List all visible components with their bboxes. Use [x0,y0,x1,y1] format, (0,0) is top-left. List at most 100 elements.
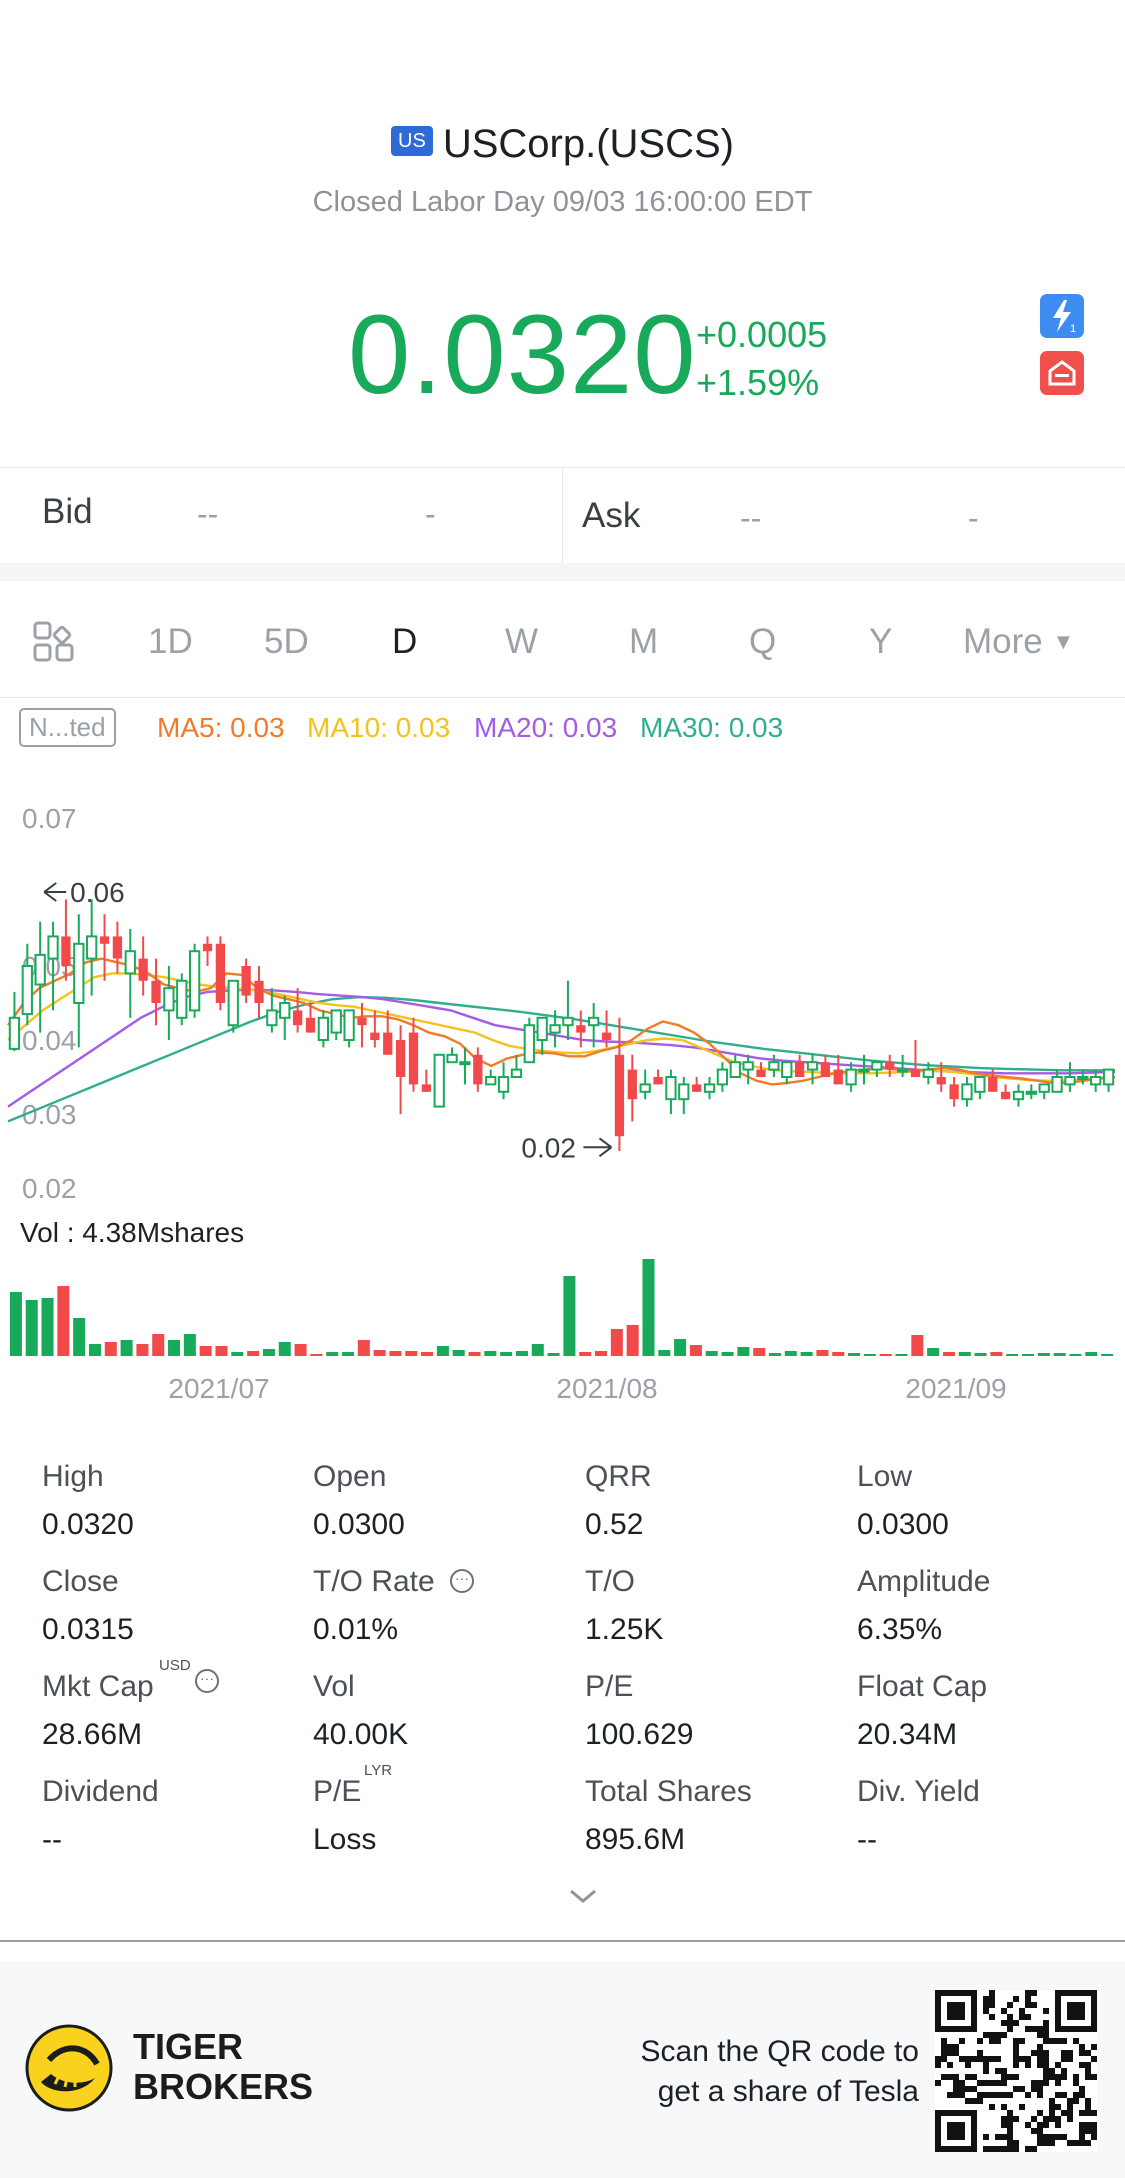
stat-value: Loss [313,1823,377,1856]
qr-module [1025,2002,1031,2008]
candle-body [317,1016,330,1042]
qr-module [1001,2068,1007,2074]
qr-module [983,2134,989,2140]
candle-body [459,1061,471,1066]
qr-module [989,2032,995,2038]
qr-module [935,2062,941,2068]
tab-q[interactable]: Q [749,622,776,662]
candle-body [305,1017,316,1033]
qr-module [1007,2122,1013,2128]
volume-bar [547,1353,560,1356]
tab-y[interactable]: Y [869,622,892,662]
volume-bar [705,1351,718,1356]
candle [330,1009,342,1040]
expand-chevron-icon[interactable] [566,1886,600,1906]
tab-5d[interactable]: 5D [264,622,309,662]
tab-more[interactable]: More ▼ [963,622,1074,662]
volume-bar [579,1352,592,1356]
volume-bar [452,1350,465,1356]
candle [1038,1083,1050,1100]
stock-name: USCorp.(USCS) [442,122,734,166]
candle-body [395,1040,406,1077]
lightning-icon[interactable]: 1 [1040,294,1084,338]
candle [653,1069,663,1085]
promo-line-2: get a share of Tesla [657,2075,919,2108]
qr-module [1001,2104,1007,2110]
chart-layout-icon[interactable] [32,620,76,664]
tab-w[interactable]: W [505,622,538,662]
tab-m[interactable]: M [629,622,658,662]
candle [292,988,303,1033]
caret-down-icon: ▼ [1052,629,1075,654]
stat-value: 0.0300 [857,1508,949,1541]
candle-body [576,1025,586,1033]
candle [974,1076,986,1100]
candle [227,979,239,1033]
candle-body [794,1062,805,1077]
qr-module [1085,2068,1091,2074]
candle-body [34,953,46,986]
qr-module [1031,1990,1037,1996]
qr-module [1007,2026,1013,2032]
qr-module [1049,2074,1055,2080]
volume-bar [848,1353,861,1356]
mkt-cap-currency: USD [159,1657,191,1674]
candle [1064,1062,1076,1092]
candle-body [215,943,226,1003]
candle-body [729,1061,741,1079]
mkt-cap-info-icon[interactable]: ··· [195,1669,219,1693]
qr-module [989,2002,995,2008]
to-rate-info-icon[interactable]: ··· [450,1569,474,1593]
qr-module [1055,2038,1061,2044]
promo-text: Scan the QR code to get a share of Tesla [641,2032,920,2112]
candle-body [922,1068,934,1079]
qr-module [1085,2128,1091,2134]
volume-label: Vol : 4.38Mshares [20,1217,244,1248]
volume-bar [262,1349,275,1356]
ma20-value: MA20: 0.03 [474,712,618,743]
qr-module [1091,2056,1097,2062]
qr-module [989,1996,995,2002]
candle-body [549,1024,561,1034]
qr-module [1079,2110,1085,2116]
ma30-value: MA30: 0.03 [640,712,784,743]
candlestick-chart[interactable]: 0.070.050.040.030.02 0.060.02 Vol : 4.38… [0,770,1125,1410]
qr-module [1013,2116,1019,2122]
tab-1d[interactable]: 1D [148,622,193,662]
house-icon[interactable] [1040,351,1084,395]
stat-label: Dividend [42,1775,159,1808]
qr-module [1001,2020,1007,2026]
qr-module [1049,2038,1055,2044]
qr-module [1001,2092,1007,2098]
candle-body [510,1068,523,1079]
stat-label: Total Shares [585,1775,752,1808]
qr-module [1043,2122,1049,2128]
candle [1012,1084,1025,1107]
qr-module [1043,2134,1049,2140]
volume-bar [990,1352,1003,1356]
candle-body [202,943,213,952]
volume-bar [927,1348,940,1356]
stat-value: 0.0315 [42,1613,134,1646]
candle-body [562,1016,574,1027]
volume-bar [816,1350,829,1356]
volume-bar [800,1352,813,1356]
qr-module [983,2146,989,2152]
candle [473,1047,483,1092]
qr-module [995,2092,1001,2098]
y-tick-label: 0.04 [22,1025,77,1056]
qr-module [995,2056,1001,2062]
qr-module [995,2080,1001,2086]
stat-value: 0.0320 [42,1508,134,1541]
candle-body [138,958,148,981]
candle [176,973,188,1026]
adjust-mode-button[interactable]: N...ted [19,708,116,747]
pe-lyr-tag: LYR [364,1762,393,1779]
tab-d[interactable]: D [392,622,417,662]
brand-name: TIGER BROKERS [133,2027,313,2107]
qr-module [1073,2092,1079,2098]
candle [408,1017,419,1092]
bid-ask-divider [562,468,563,564]
qr-module [1013,2038,1019,2044]
qr-module [1013,2020,1019,2026]
